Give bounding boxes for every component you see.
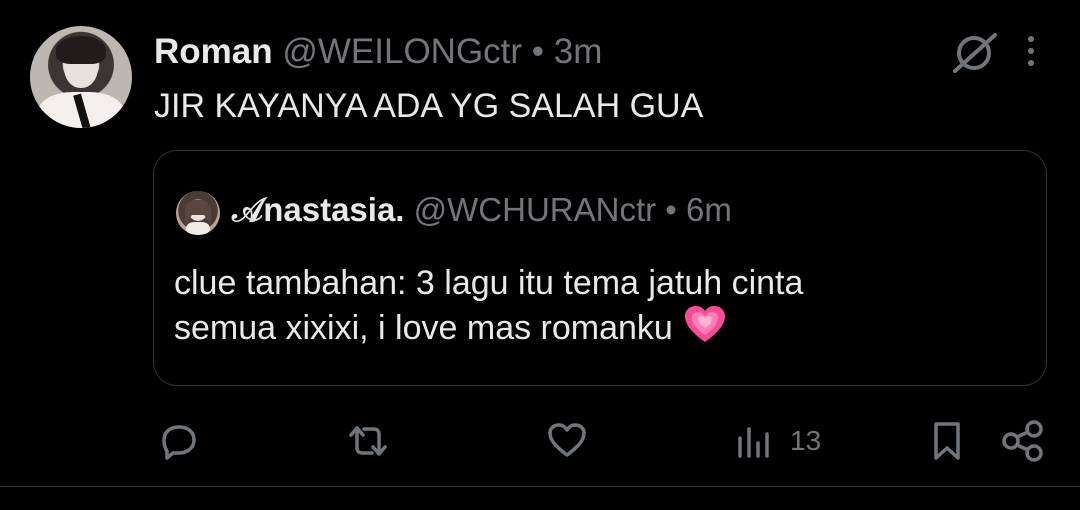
tweet-divider — [0, 486, 1080, 487]
quoted-text-line-2: semua xixixi, i love mas romanku — [174, 305, 803, 350]
tweet-header: Roman @WEILONGctr • 3m — [154, 30, 602, 74]
quoted-separator-dot: • — [665, 191, 677, 228]
quoted-text-line-1: clue tambahan: 3 lagu itu tema jatuh cin… — [174, 264, 804, 302]
quoted-text-line-2-text: semua xixixi, i love mas romanku — [174, 309, 673, 347]
quoted-author-handle[interactable]: @WCHURANctr — [414, 191, 656, 228]
quoted-author-avatar[interactable] — [176, 191, 220, 235]
more-icon[interactable] — [1022, 32, 1040, 70]
tweet-time[interactable]: 3m — [554, 32, 603, 71]
author-name[interactable]: Roman — [154, 32, 273, 71]
tweet-top-actions — [950, 30, 1060, 73]
views-count[interactable]: 13 — [790, 422, 821, 460]
share-icon[interactable] — [1000, 420, 1046, 462]
like-icon[interactable] — [545, 420, 589, 462]
growing-heart-emoji — [682, 305, 728, 345]
views-icon[interactable] — [734, 420, 772, 462]
author-avatar[interactable] — [30, 26, 132, 128]
quoted-tweet-text: clue tambahan: 3 lagu itu tema jatuh cin… — [174, 261, 803, 350]
quoted-tweet[interactable]: 𝒜nastasia. @WCHURANctr • 6m clue tambaha… — [153, 150, 1047, 386]
quoted-tweet-time[interactable]: 6m — [686, 191, 732, 228]
quoted-tweet-header: 𝒜nastasia. @WCHURANctr • 6m — [232, 189, 732, 231]
tweet-actions: 13 — [0, 420, 1080, 470]
author-handle[interactable]: @WEILONGctr — [282, 32, 522, 71]
grok-icon[interactable] — [950, 30, 1000, 76]
bookmark-icon[interactable] — [928, 420, 966, 462]
avatar-hair — [56, 36, 106, 64]
retweet-icon[interactable] — [344, 420, 392, 462]
tweet-text: JIR KAYANYA ADA YG SALAH GUA — [154, 87, 704, 125]
separator-dot: • — [531, 32, 545, 71]
quoted-author-name[interactable]: 𝒜nastasia. — [232, 191, 404, 228]
reply-icon[interactable] — [158, 420, 200, 462]
